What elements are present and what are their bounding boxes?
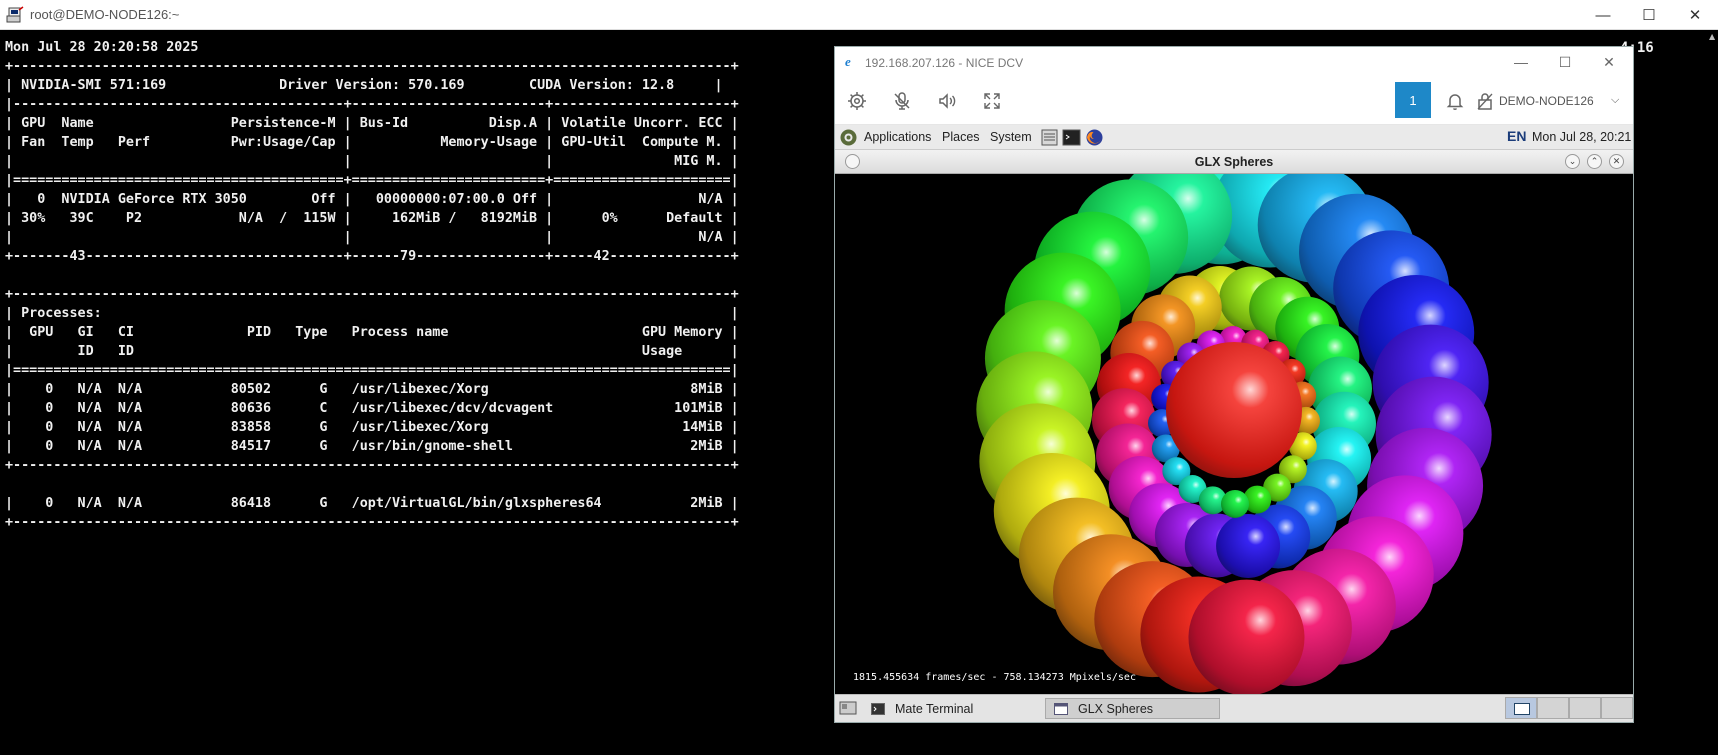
sphere <box>1166 342 1302 478</box>
close-button[interactable]: ✕ <box>1672 0 1718 30</box>
terminal-launcher-icon[interactable] <box>1062 128 1081 147</box>
terminal-line: +-------43------------------------------… <box>5 249 739 264</box>
glx-maximize-button[interactable]: ⌃ <box>1587 154 1602 169</box>
mate-top-panel: Applications Places System EN Mon Jul 28… <box>835 125 1633 150</box>
glx-window-title: GLX Spheres <box>1194 155 1274 169</box>
mate-bottom-panel: Mate Terminal GLX Spheres <box>835 694 1633 722</box>
terminal-line: | 0 N/A N/A 83858 G /usr/libexec/Xorg 14… <box>5 420 739 435</box>
terminal-line: | NVIDIA-SMI 571:169 Driver Version: 570… <box>5 78 723 93</box>
minimize-button[interactable]: — <box>1580 0 1626 30</box>
chevron-up-icon: ⌃ <box>1590 156 1599 167</box>
scroll-up-icon[interactable]: ▲ <box>1709 32 1715 41</box>
close-icon: ✕ <box>1603 53 1615 70</box>
panel-clock[interactable]: Mon Jul 28, 20:21 <box>1532 130 1631 144</box>
terminal-line: | 0 N/A N/A 86418 G /opt/VirtualGL/bin/g… <box>5 496 739 511</box>
terminal-line: | 0 N/A N/A 80502 G /usr/libexec/Xorg 8M… <box>5 382 739 397</box>
session-count-badge[interactable]: 1 <box>1395 82 1431 118</box>
maximize-icon: ☐ <box>1558 53 1572 70</box>
dcv-maximize-button[interactable]: ☐ <box>1545 51 1585 73</box>
glx-window-titlebar: GLX Spheres ⌄ ⌃ ✕ <box>835 150 1633 174</box>
terminal-line: | Processes: | <box>5 306 739 321</box>
outer-window-title: root@DEMO-NODE126:~ <box>30 7 180 22</box>
terminal-output[interactable]: Mon Jul 28 20:20:58 2025 +---------------… <box>5 38 905 638</box>
keyboard-layout-indicator[interactable]: EN <box>1507 128 1526 144</box>
menu-places[interactable]: Places <box>942 130 980 144</box>
chevron-down-icon: ⌄ <box>1568 156 1577 167</box>
speaker-icon[interactable] <box>937 91 957 111</box>
glx-render-area[interactable]: 1815.455634 frames/sec - 758.134273 Mpix… <box>835 174 1633 694</box>
terminal-line: +---------------------------------------… <box>5 458 739 473</box>
dcv-minimize-button[interactable]: — <box>1501 51 1541 73</box>
workspace-1[interactable] <box>1505 697 1537 719</box>
glx-close-button[interactable]: ✕ <box>1609 154 1624 169</box>
dcv-app-icon: e <box>845 54 851 69</box>
file-manager-icon[interactable] <box>1040 128 1059 147</box>
microphone-muted-icon[interactable] <box>892 91 912 111</box>
terminal-line: | 30% 39C P2 N/A / 115W | 162MiB / 8192M… <box>5 211 739 226</box>
terminal-line: | | | MIG M. | <box>5 154 739 169</box>
fps-readout: 1815.455634 frames/sec - 758.134273 Mpix… <box>853 672 1136 683</box>
menu-system[interactable]: System <box>990 130 1032 144</box>
terminal-line: | GPU GI CI PID Type Process name GPU Me… <box>5 325 739 340</box>
sphere <box>1216 513 1281 578</box>
terminal-line: | GPU Name Persistence-M | Bus-Id Disp.A… <box>5 116 739 131</box>
terminal-scrollbar[interactable]: ▲ <box>1708 30 1718 755</box>
terminal-line: | 0 NVIDIA GeForce RTX 3050 Off | 000000… <box>5 192 739 207</box>
gear-icon[interactable] <box>847 91 867 111</box>
window-icon <box>1054 702 1068 715</box>
terminal-line: +---------------------------------------… <box>5 515 739 530</box>
sphere <box>1221 489 1250 518</box>
host-name[interactable]: DEMO-NODE126 <box>1499 94 1594 108</box>
terminal-line: |---------------------------------------… <box>5 97 739 112</box>
outer-window-titlebar: root@DEMO-NODE126:~ — ☐ ✕ <box>0 0 1718 30</box>
terminal-line: |=======================================… <box>5 173 739 188</box>
sphere <box>1188 579 1305 694</box>
dcv-toolbar: 1 DEMO-NODE126 ⌵ <box>835 77 1633 125</box>
maximize-button[interactable]: ☐ <box>1626 0 1672 30</box>
terminal-line: | 0 N/A N/A 80636 C /usr/libexec/dcv/dcv… <box>5 401 739 416</box>
show-desktop-icon[interactable] <box>839 700 857 716</box>
dcv-window-title: 192.168.207.126 - NICE DCV <box>865 56 1024 70</box>
workspace-3[interactable] <box>1569 697 1601 719</box>
maximize-icon: ☐ <box>1642 7 1656 24</box>
terminal-line: | 0 N/A N/A 84517 G /usr/bin/gnome-shell… <box>5 439 739 454</box>
fullscreen-icon[interactable] <box>982 91 1002 111</box>
minimize-icon: — <box>1514 54 1528 70</box>
menu-applications[interactable]: Applications <box>864 130 931 144</box>
terminal-line: +---------------------------------------… <box>5 287 739 302</box>
close-icon: ✕ <box>1688 7 1702 24</box>
dcv-close-button[interactable]: ✕ <box>1589 51 1629 73</box>
terminal-line: |=======================================… <box>5 363 739 378</box>
workspace-4[interactable] <box>1601 697 1633 719</box>
padlock-icon[interactable] <box>1475 91 1495 111</box>
dcv-titlebar: e 192.168.207.126 - NICE DCV — ☐ ✕ <box>835 47 1633 77</box>
firefox-icon[interactable] <box>1085 128 1104 147</box>
minimize-icon: — <box>1595 6 1611 24</box>
workspace-2[interactable] <box>1537 697 1569 719</box>
terminal-line: | ID ID Usage | <box>5 344 739 359</box>
close-icon: ✕ <box>1612 156 1621 167</box>
taskbar-label-terminal: Mate Terminal <box>895 701 974 716</box>
terminal-line: | | | N/A | <box>5 230 739 245</box>
dcv-window: e 192.168.207.126 - NICE DCV — ☐ ✕ 1 DEM… <box>834 46 1634 723</box>
bell-icon[interactable] <box>1445 91 1465 111</box>
terminal-line: Mon Jul 28 20:20:58 2025 <box>5 40 199 55</box>
glx-spheres-rendering <box>976 174 1492 694</box>
taskbar-label-glx: GLX Spheres <box>1078 701 1154 716</box>
terminal-line: +---------------------------------------… <box>5 59 739 74</box>
glx-minimize-button[interactable]: ⌄ <box>1565 154 1580 169</box>
terminal-line: | Fan Temp Perf Pwr:Usage/Cap | Memory-U… <box>5 135 739 150</box>
mate-logo-icon[interactable] <box>839 128 858 147</box>
chevron-down-icon[interactable]: ⌵ <box>1611 94 1619 107</box>
putty-icon <box>6 6 24 23</box>
terminal-icon <box>871 702 885 715</box>
taskbar-item-glx[interactable]: GLX Spheres <box>1045 698 1220 719</box>
